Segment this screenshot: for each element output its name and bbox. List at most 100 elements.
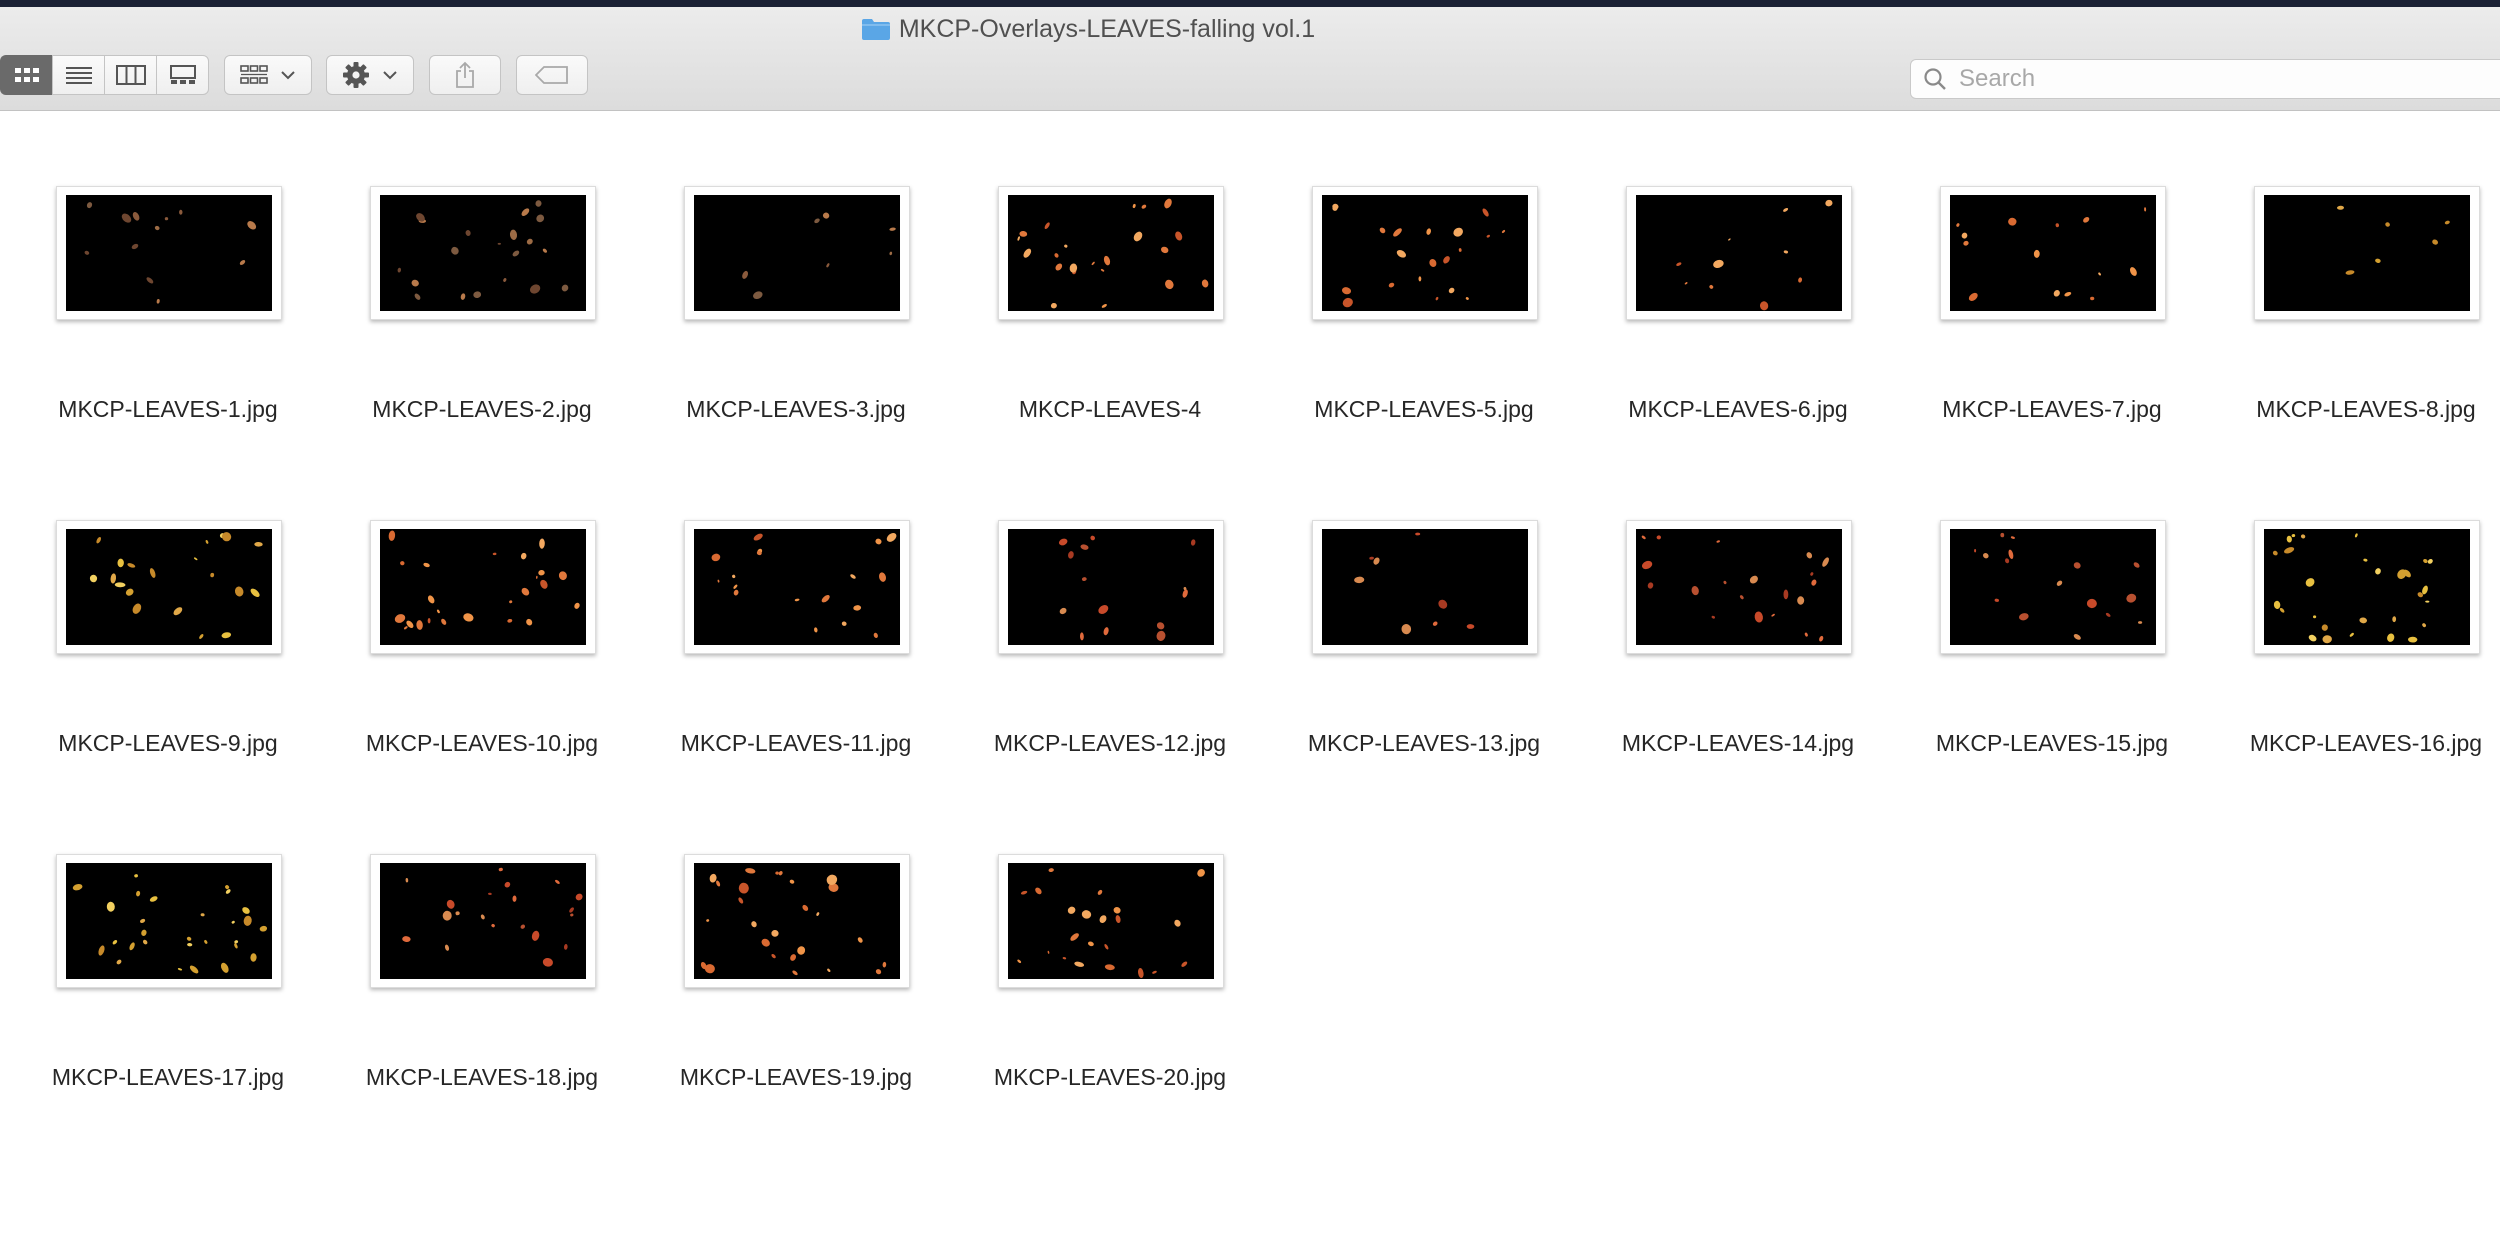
group-by-icon [240,65,268,84]
file-thumbnail[interactable] [684,186,910,320]
file-name: MKCP-LEAVES-2.jpg [372,396,592,422]
file-item[interactable]: MKCP-LEAVES-10.jpg [325,444,639,778]
file-item[interactable]: MKCP-LEAVES-17.jpg [11,778,325,1112]
column-view-icon [115,65,146,85]
list-view-icon [65,67,92,84]
file-thumbnail[interactable] [998,854,1224,988]
file-item[interactable]: MKCP-LEAVES-6.jpg [1581,110,1895,444]
tag-icon [535,66,568,84]
falling-leaves-preview-image [1950,529,2156,645]
folder-icon [861,17,891,48]
falling-leaves-preview-image [2264,529,2470,645]
menubar-strip [0,0,2500,7]
falling-leaves-preview-image [694,863,900,979]
file-thumbnail[interactable] [370,186,596,320]
icon-view-button[interactable] [0,55,52,95]
group-by-control [224,55,312,95]
file-thumbnail[interactable] [684,520,910,654]
file-item[interactable]: MKCP-LEAVES-13.jpg [1267,444,1581,778]
file-name: MKCP-LEAVES-13.jpg [1307,730,1541,756]
file-item[interactable]: MKCP-LEAVES-14.jpg [1581,444,1895,778]
falling-leaves-preview-image [694,195,900,311]
falling-leaves-preview-image [1008,529,1214,645]
file-name: MKCP-LEAVES-3.jpg [686,396,906,422]
file-item[interactable]: MKCP-LEAVES-3.jpg [639,110,953,444]
file-name: MKCP-LEAVES-14.jpg [1621,730,1855,756]
falling-leaves-preview-image [1008,195,1214,311]
file-thumbnail[interactable] [56,520,282,654]
file-item[interactable]: MKCP-LEAVES-7.jpg [1895,110,2209,444]
file-item[interactable]: MKCP-LEAVES-9.jpg [11,444,325,778]
falling-leaves-preview-image [380,529,586,645]
file-thumbnail[interactable] [2254,186,2480,320]
window-title-text: MKCP-Overlays-LEAVES-falling vol.1 [898,15,1316,43]
file-item[interactable]: MKCP-LEAVES-20.jpg [953,778,1267,1112]
file-item[interactable]: MKCP-LEAVES-18.jpg [325,778,639,1112]
chevron-down-icon [281,71,295,80]
window-title: MKCP-Overlays-LEAVES-falling vol.1 [0,15,2176,48]
falling-leaves-preview-image [2264,195,2470,311]
falling-leaves-preview-image [380,195,586,311]
file-name: MKCP-LEAVES-16.jpg [2249,730,2483,756]
file-item[interactable]: MKCP-LEAVES-1.jpg [11,110,325,444]
file-thumbnail[interactable] [1626,186,1852,320]
share-button[interactable] [429,55,501,95]
file-thumbnail[interactable] [2254,520,2480,654]
file-thumbnail[interactable] [56,186,282,320]
file-name: MKCP-LEAVES-11.jpg [680,730,912,756]
file-name: MKCP-LEAVES-17.jpg [51,1064,285,1090]
file-item[interactable]: MKCP-LEAVES-8.jpg [2209,110,2500,444]
file-name: MKCP-LEAVES-7.jpg [1942,396,2162,422]
file-thumbnail[interactable] [684,854,910,988]
chevron-down-icon [383,71,397,80]
file-name: MKCP-LEAVES-5.jpg [1314,396,1534,422]
file-name: MKCP-LEAVES-8.jpg [2256,396,2476,422]
tag-control [516,55,588,95]
share-control [429,55,501,95]
file-thumbnail[interactable] [56,854,282,988]
gallery-view-button[interactable] [156,55,209,95]
tag-button[interactable] [516,55,588,95]
file-name: MKCP-LEAVES-15.jpg [1935,730,2169,756]
file-item[interactable]: MKCP-LEAVES-4 [953,110,1267,444]
file-item[interactable]: MKCP-LEAVES-16.jpg [2209,444,2500,778]
action-control [326,55,414,95]
falling-leaves-preview-image [1322,195,1528,311]
file-item[interactable]: MKCP-LEAVES-2.jpg [325,110,639,444]
file-name: MKCP-LEAVES-20.jpg [993,1064,1227,1090]
file-name: MKCP-LEAVES-1.jpg [58,396,278,422]
file-thumbnail[interactable] [1940,186,2166,320]
search-input[interactable] [1957,64,2461,94]
file-icon-grid: MKCP-LEAVES-1.jpg MKCP-LEAVES-2.jpg MKCP-L… [0,110,2500,1112]
falling-leaves-preview-image [1636,195,1842,311]
group-by-button[interactable] [224,55,312,95]
falling-leaves-preview-image [1008,863,1214,979]
list-view-button[interactable] [52,55,104,95]
file-item[interactable]: MKCP-LEAVES-11.jpg [639,444,953,778]
falling-leaves-preview-image [1636,529,1842,645]
file-name: MKCP-LEAVES-9.jpg [58,730,278,756]
search-icon [1923,67,1947,91]
file-name: MKCP-LEAVES-12.jpg [993,730,1227,756]
file-item[interactable]: MKCP-LEAVES-5.jpg [1267,110,1581,444]
file-thumbnail[interactable] [1312,186,1538,320]
file-item[interactable]: MKCP-LEAVES-19.jpg [639,778,953,1112]
finder-toolbar: MKCP-Overlays-LEAVES-falling vol.1 [0,7,2500,111]
file-thumbnail[interactable] [370,520,596,654]
icon-view-grid-icon [14,68,39,82]
falling-leaves-preview-image [66,863,272,979]
file-name: MKCP-LEAVES-4 [1018,396,1202,422]
file-thumbnail[interactable] [1312,520,1538,654]
file-thumbnail[interactable] [998,186,1224,320]
column-view-button[interactable] [104,55,156,95]
file-thumbnail[interactable] [1626,520,1852,654]
search-field[interactable] [1910,59,2500,99]
file-thumbnail[interactable] [370,854,596,988]
action-menu-button[interactable] [326,55,414,95]
file-thumbnail[interactable] [998,520,1224,654]
file-item[interactable]: MKCP-LEAVES-15.jpg [1895,444,2209,778]
falling-leaves-preview-image [1950,195,2156,311]
file-thumbnail[interactable] [1940,520,2166,654]
file-name: MKCP-LEAVES-18.jpg [365,1064,599,1090]
file-item[interactable]: MKCP-LEAVES-12.jpg [953,444,1267,778]
